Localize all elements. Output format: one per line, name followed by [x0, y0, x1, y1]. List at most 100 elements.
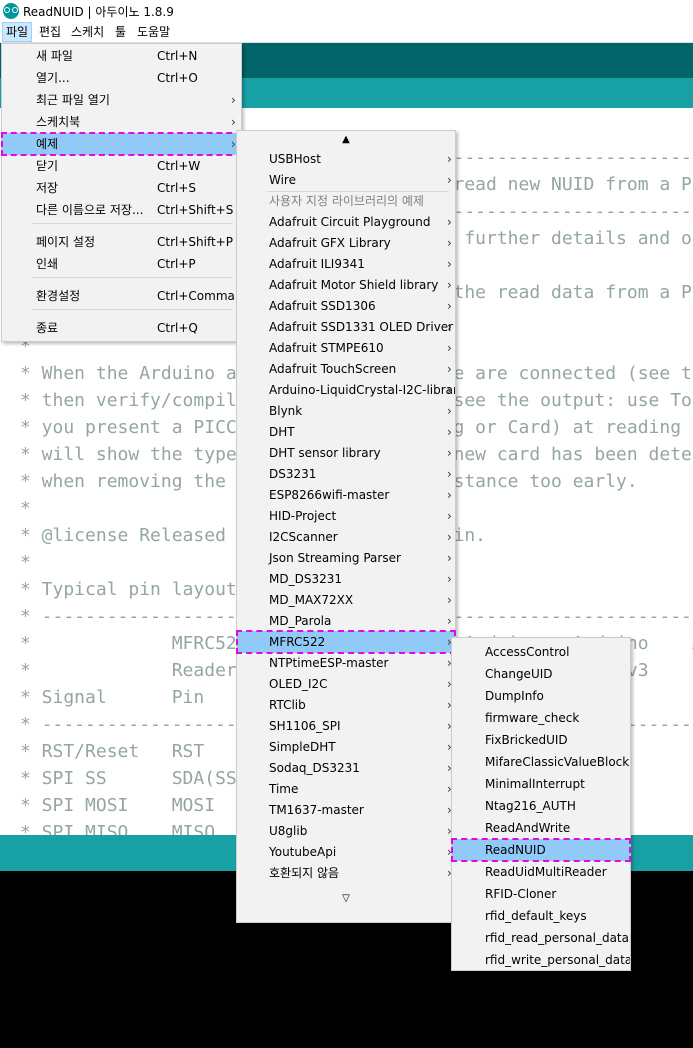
chevron-right-icon: ›	[447, 362, 452, 376]
file-menu-item-다른-이름으로-저장[interactable]: 다른 이름으로 저장... Ctrl+Shift+S	[2, 199, 241, 221]
example-library-dht[interactable]: DHT ›	[237, 421, 455, 443]
file-menu-item-label: 인쇄	[36, 257, 59, 271]
example-library-adafruit-ssd1306[interactable]: Adafruit SSD1306 ›	[237, 295, 455, 317]
file-menu-item-환경설정[interactable]: 환경설정 Ctrl+Comma	[2, 285, 241, 307]
example-library-md-max72xx[interactable]: MD_MAX72XX ›	[237, 589, 455, 611]
example-library-hid-project[interactable]: HID-Project ›	[237, 505, 455, 527]
example-sketch-label: MifareClassicValueBlock	[485, 755, 630, 769]
example-sketch-minimalinterrupt[interactable]: MinimalInterrupt	[452, 773, 630, 795]
example-library-label: TM1637-master	[269, 803, 364, 817]
example-library-label: Adafruit Circuit Playground	[269, 215, 431, 229]
example-sketch-label: DumpInfo	[485, 689, 544, 703]
example-library-호환되지-않음[interactable]: 호환되지 않음 ›	[237, 862, 455, 884]
file-menu-item-열기[interactable]: 열기... Ctrl+O	[2, 67, 241, 89]
file-menu-item-label: 페이지 설정	[36, 235, 96, 249]
example-library-md-ds3231[interactable]: MD_DS3231 ›	[237, 568, 455, 590]
example-library-adafruit-motor-shield-library[interactable]: Adafruit Motor Shield library ›	[237, 274, 455, 296]
example-library-label: U8glib	[269, 824, 308, 838]
example-library-rtclib[interactable]: RTClib ›	[237, 694, 455, 716]
example-library-tm1637-master[interactable]: TM1637-master ›	[237, 799, 455, 821]
example-library-adafruit-stmpe610[interactable]: Adafruit STMPE610 ›	[237, 337, 455, 359]
file-menu-item-최근-파일-열기[interactable]: 최근 파일 열기 ›	[2, 89, 241, 111]
shortcut-label: Ctrl+S	[157, 181, 197, 195]
example-library-adafruit-ili9341[interactable]: Adafruit ILI9341 ›	[237, 253, 455, 275]
example-library-blynk[interactable]: Blynk ›	[237, 400, 455, 422]
example-library-label: YoutubeApi	[269, 845, 337, 859]
menu-sketch[interactable]: 스케치	[68, 22, 107, 42]
example-sketch-rfid-cloner[interactable]: RFID-Cloner	[452, 883, 630, 905]
example-library-label: MFRC522	[269, 635, 326, 649]
chevron-right-icon: ›	[447, 215, 452, 229]
example-library-adafruit-ssd1331-oled-driver-library-for-arduino[interactable]: Adafruit SSD1331 OLED Driver Library for…	[237, 316, 455, 338]
example-library-oled-i2c[interactable]: OLED_I2C ›	[237, 673, 455, 695]
example-library-ds3231[interactable]: DS3231 ›	[237, 463, 455, 485]
example-library-adafruit-gfx-library[interactable]: Adafruit GFX Library ›	[237, 232, 455, 254]
example-library-simpledht[interactable]: SimpleDHT ›	[237, 736, 455, 758]
example-library-youtubeapi[interactable]: YoutubeApi ›	[237, 841, 455, 863]
scroll-down-icon[interactable]: ▽	[237, 893, 455, 904]
example-library-adafruit-circuit-playground[interactable]: Adafruit Circuit Playground ›	[237, 211, 455, 233]
file-menu-item-예제[interactable]: 예제 ›	[1, 132, 242, 156]
example-library-time[interactable]: Time ›	[237, 778, 455, 800]
file-menu-item-종료[interactable]: 종료 Ctrl+Q	[2, 317, 241, 339]
example-library-label: Adafruit GFX Library	[269, 236, 391, 250]
example-library-adafruit-touchscreen[interactable]: Adafruit TouchScreen ›	[237, 358, 455, 380]
example-library-usbhost[interactable]: USBHost ›	[237, 148, 455, 170]
menu-file[interactable]: 파일	[2, 22, 33, 42]
file-menu-item-저장[interactable]: 저장 Ctrl+S	[2, 177, 241, 199]
example-library-label: Adafruit STMPE610	[269, 341, 384, 355]
example-sketch-rfid-write-personal-data[interactable]: rfid_write_personal_data	[452, 949, 630, 971]
example-sketch-rfid-default-keys[interactable]: rfid_default_keys	[452, 905, 630, 927]
menu-tools[interactable]: 툴	[112, 22, 129, 42]
example-library-ntptimeesp-master[interactable]: NTPtimeESP-master ›	[237, 652, 455, 674]
example-sketch-readnuid[interactable]: ReadNUID	[451, 838, 631, 862]
example-library-sodaq-ds3231[interactable]: Sodaq_DS3231 ›	[237, 757, 455, 779]
example-sketch-rfid-read-personal-data[interactable]: rfid_read_personal_data	[452, 927, 630, 949]
scroll-up-icon[interactable]: ▲	[237, 134, 455, 145]
file-menu-item-닫기[interactable]: 닫기 Ctrl+W	[2, 155, 241, 177]
file-menu-item-label: 새 파일	[36, 49, 73, 63]
example-library-u8glib[interactable]: U8glib ›	[237, 820, 455, 842]
file-menu-item-스케치북[interactable]: 스케치북 ›	[2, 111, 241, 133]
example-library-sh1106-spi[interactable]: SH1106_SPI ›	[237, 715, 455, 737]
example-library-label: USBHost	[269, 152, 321, 166]
example-library-label: Json Streaming Parser	[269, 551, 401, 565]
example-library-label: DHT	[269, 425, 295, 439]
example-library-wire[interactable]: Wire ›	[237, 169, 455, 191]
code-line: *	[20, 552, 31, 573]
chevron-right-icon: ›	[447, 572, 452, 586]
example-sketch-ntag216-auth[interactable]: Ntag216_AUTH	[452, 795, 630, 817]
example-sketch-fixbrickeduid[interactable]: FixBrickedUID	[452, 729, 630, 751]
chevron-right-icon: ›	[447, 383, 452, 397]
shortcut-label: Ctrl+O	[157, 71, 198, 85]
example-sketch-firmware-check[interactable]: firmware_check	[452, 707, 630, 729]
example-sketch-mifareclassicvalueblock[interactable]: MifareClassicValueBlock	[452, 751, 630, 773]
chevron-right-icon: ›	[447, 404, 452, 418]
example-library-i2cscanner[interactable]: I2CScanner ›	[237, 526, 455, 548]
file-menu-item-인쇄[interactable]: 인쇄 Ctrl+P	[2, 253, 241, 275]
file-menu-item-새-파일[interactable]: 새 파일 Ctrl+N	[2, 45, 241, 67]
example-library-label: 호환되지 않음	[269, 866, 340, 880]
chevron-right-icon: ›	[447, 488, 452, 502]
example-sketch-changeuid[interactable]: ChangeUID	[452, 663, 630, 685]
example-library-dht-sensor-library[interactable]: DHT sensor library ›	[237, 442, 455, 464]
example-library-md-parola[interactable]: MD_Parola ›	[237, 610, 455, 632]
example-sketch-readandwrite[interactable]: ReadAndWrite	[452, 817, 630, 839]
example-sketch-accesscontrol[interactable]: AccessControl	[452, 641, 630, 663]
example-sketch-label: rfid_default_keys	[485, 909, 587, 923]
example-library-사용자-지정-라이브러리의-예제: 사용자 지정 라이브러리의 예제	[237, 190, 455, 212]
file-menu-item-label: 스케치북	[36, 115, 81, 129]
example-library-json-streaming-parser[interactable]: Json Streaming Parser ›	[237, 547, 455, 569]
menu-help[interactable]: 도움말	[134, 22, 173, 42]
chevron-right-icon: ›	[447, 593, 452, 607]
example-library-esp8266wifi-master[interactable]: ESP8266wifi-master ›	[237, 484, 455, 506]
example-library-arduino-liquidcrystal-i2c-library-master[interactable]: Arduino-LiquidCrystal-I2C-library-master…	[237, 379, 455, 401]
file-menu-item-페이지-설정[interactable]: 페이지 설정 Ctrl+Shift+P	[2, 231, 241, 253]
menu-separator	[32, 309, 233, 310]
chevron-right-icon: ›	[447, 152, 452, 166]
shortcut-label: Ctrl+W	[157, 159, 201, 173]
example-library-mfrc522[interactable]: MFRC522 ›	[236, 630, 456, 654]
example-sketch-readuidmultireader[interactable]: ReadUidMultiReader	[452, 861, 630, 883]
menu-edit[interactable]: 편집	[36, 22, 64, 42]
example-sketch-dumpinfo[interactable]: DumpInfo	[452, 685, 630, 707]
